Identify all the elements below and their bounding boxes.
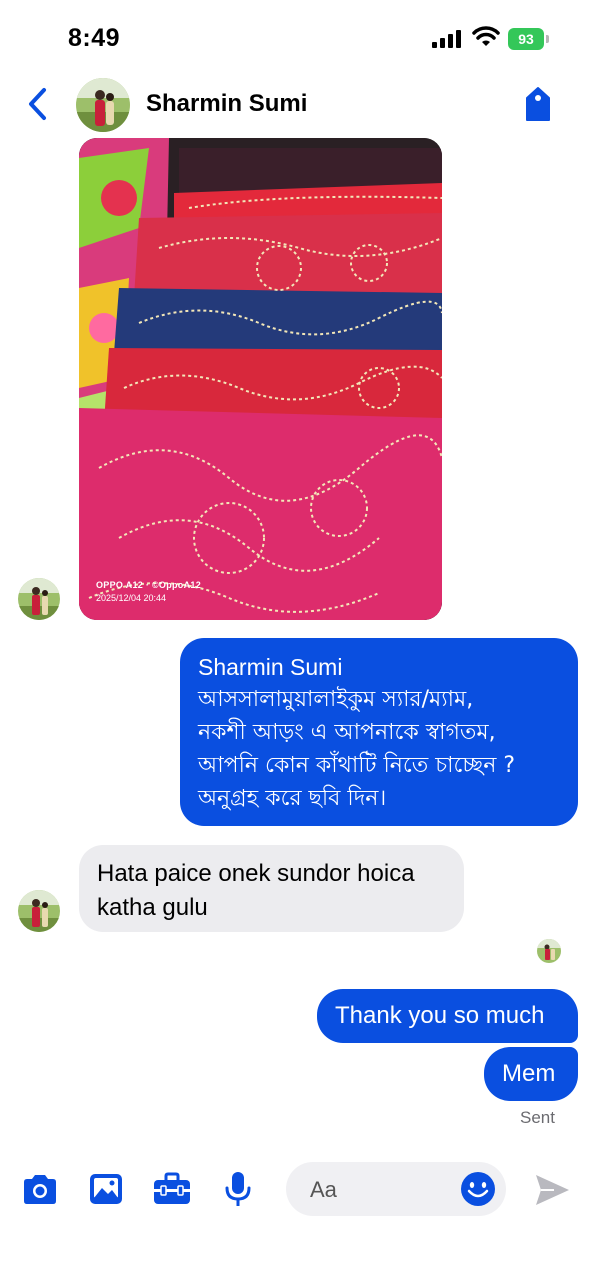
wifi-icon: [472, 26, 500, 46]
tag-icon[interactable]: [520, 84, 556, 124]
microphone-icon[interactable]: [218, 1170, 258, 1208]
incoming-message-bubble[interactable]: Hata paice onek sundor hoica katha gulu: [79, 845, 464, 932]
battery-level: 93: [518, 31, 534, 47]
image-icon[interactable]: [86, 1170, 126, 1208]
outgoing-message-bubble[interactable]: Thank you so much: [317, 989, 578, 1043]
battery-indicator: 93: [508, 28, 544, 50]
contact-avatar-small[interactable]: [18, 890, 60, 932]
message-line: অনুগ্রহ করে ছবি দিন।: [198, 786, 387, 811]
shared-photo[interactable]: [79, 138, 442, 620]
battery-tip: [546, 35, 549, 43]
cellular-signal-icon: [432, 30, 461, 48]
outgoing-message-bubble[interactable]: Mem: [484, 1047, 578, 1101]
send-icon[interactable]: [532, 1172, 572, 1208]
outgoing-message-bubble[interactable]: Sharmin Sumi আসসালামুয়ালাইকুম স্যার/ম্য…: [180, 638, 578, 826]
message-line: আসসালামুয়ালাইকুম স্যার/ম্যাম,: [198, 687, 474, 712]
contact-avatar[interactable]: [76, 78, 130, 132]
photo-watermark-device: OPPO A12 · ©OppoA12: [96, 580, 202, 590]
back-chevron-icon[interactable]: [24, 86, 54, 122]
message-line: আপনি কোন কাঁথাটি নিতে চাচ্ছেন ?: [198, 753, 515, 778]
message-line: নকশী আড়ং এ আপনাকে স্বাগতম,: [198, 720, 496, 745]
contact-avatar-small[interactable]: [18, 578, 60, 620]
seen-receipt-avatar: [537, 939, 561, 963]
delivery-status: Sent: [520, 1108, 555, 1127]
status-time: 8:49: [68, 24, 121, 52]
camera-icon[interactable]: [20, 1170, 60, 1208]
message-line: Sharmin Sumi: [198, 654, 343, 680]
photo-watermark-datetime: 2025/12/04 20:44: [96, 593, 167, 603]
emoji-icon[interactable]: [460, 1171, 496, 1207]
toolbox-icon[interactable]: [152, 1170, 192, 1208]
message-input[interactable]: [308, 1174, 462, 1206]
contact-name[interactable]: Sharmin Sumi: [146, 90, 307, 118]
